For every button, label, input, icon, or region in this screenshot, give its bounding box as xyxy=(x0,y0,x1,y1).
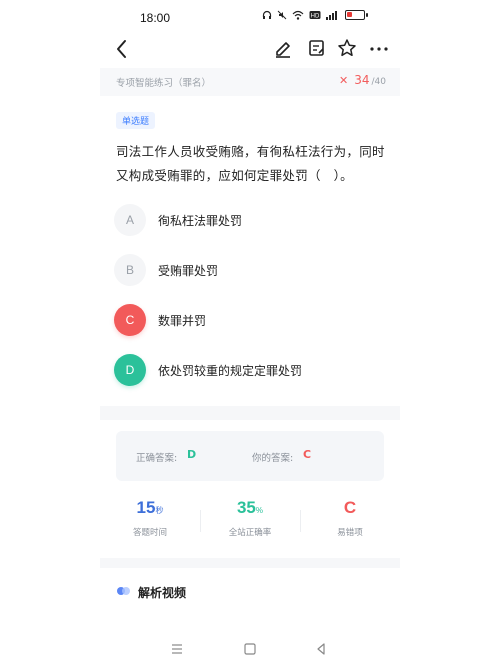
stat-time-value-row: 15秒 xyxy=(100,498,200,522)
battery-icon xyxy=(345,10,368,20)
stat-rate-label: 全站正确率 xyxy=(228,528,272,538)
pencil-icon[interactable] xyxy=(272,37,294,59)
question-card: 单选题 司法工作人员收受贿赂，有徇私枉法行为，同时又构成受贿罪的，应如何定罪处罚… xyxy=(100,96,400,406)
option-letter: C xyxy=(114,304,146,336)
option-letter: D xyxy=(114,354,146,386)
option-text: 徇私枉法罪处罚 xyxy=(158,214,243,228)
status-icons: HD xyxy=(262,10,368,20)
stat-time-unit: 秒 xyxy=(155,506,164,515)
progress-current: 34 xyxy=(354,73,370,87)
toggle-dots-icon xyxy=(117,587,130,595)
system-nav-bar xyxy=(0,632,500,666)
option-letter: B xyxy=(114,254,146,286)
answer-summary: 正确答案: D 你的答案: C xyxy=(116,431,384,481)
stat-wrong-label: 易错项 xyxy=(337,528,363,538)
status-time: 18:00 xyxy=(140,11,171,25)
status-bar: 18:00 HD xyxy=(0,0,500,36)
stat-correct-rate: 35% 全站正确率 xyxy=(200,498,300,538)
option-c[interactable]: C 数罪并罚 xyxy=(114,304,384,340)
stat-rate-value-row: 35% xyxy=(200,498,300,522)
stat-time-value: 15 xyxy=(136,498,156,517)
question-text: 司法工作人员收受贿赂，有徇私枉法行为，同时又构成受贿罪的，应如何定罪处罚（ ）。 xyxy=(116,144,385,183)
chevron-left-icon[interactable] xyxy=(110,36,134,62)
practice-header: 专项智能练习（罪名） ✕ 34 /40 xyxy=(100,68,400,96)
progress-total: /40 xyxy=(371,77,386,87)
edit-note-icon[interactable] xyxy=(306,37,328,59)
correct-answer-value: D xyxy=(187,448,197,461)
top-nav xyxy=(100,34,400,64)
stat-time-label: 答题时间 xyxy=(132,528,167,538)
stat-answer-time: 15秒 答题时间 xyxy=(100,498,200,538)
option-text: 依处罚较重的规定定罪处罚 xyxy=(158,364,303,378)
wifi-icon xyxy=(292,10,304,20)
stat-rate-value: 35 xyxy=(236,498,256,517)
wrong-mark-icon: ✕ xyxy=(339,74,349,87)
stat-wrong-value: C xyxy=(343,498,357,517)
option-letter: A xyxy=(114,204,146,236)
back-triangle-icon[interactable] xyxy=(314,642,328,656)
star-icon[interactable] xyxy=(336,37,358,59)
practice-title: 专项智能练习（罪名） xyxy=(116,78,212,89)
option-b[interactable]: B 受贿罪处罚 xyxy=(114,254,384,290)
signal-icon xyxy=(326,11,337,20)
stat-common-wrong: C 易错项 xyxy=(300,498,400,538)
mute-icon xyxy=(277,10,287,20)
home-square-icon[interactable] xyxy=(243,642,257,656)
option-a[interactable]: A 徇私枉法罪处罚 xyxy=(114,204,384,240)
menu-icon[interactable] xyxy=(170,642,184,656)
video-analysis-title[interactable]: 解析视频 xyxy=(138,584,186,601)
your-answer-label: 你的答案: xyxy=(252,453,294,464)
stat-rate-unit: % xyxy=(255,506,264,515)
option-text: 受贿罪处罚 xyxy=(158,264,219,278)
svg-text:HD: HD xyxy=(311,14,320,20)
option-text: 数罪并罚 xyxy=(158,314,207,328)
question-progress[interactable]: ✕ 34 /40 xyxy=(339,73,386,87)
hd-icon: HD xyxy=(309,11,321,20)
correct-answer-label: 正确答案: xyxy=(136,453,178,464)
section-divider xyxy=(100,558,400,568)
question-type-badge: 单选题 xyxy=(116,112,156,129)
option-d[interactable]: D 依处罚较重的规定定罪处罚 xyxy=(114,354,384,390)
more-icon[interactable] xyxy=(368,37,390,59)
section-divider xyxy=(100,406,400,420)
headphones-icon xyxy=(262,10,272,19)
your-answer-value: C xyxy=(303,448,312,461)
